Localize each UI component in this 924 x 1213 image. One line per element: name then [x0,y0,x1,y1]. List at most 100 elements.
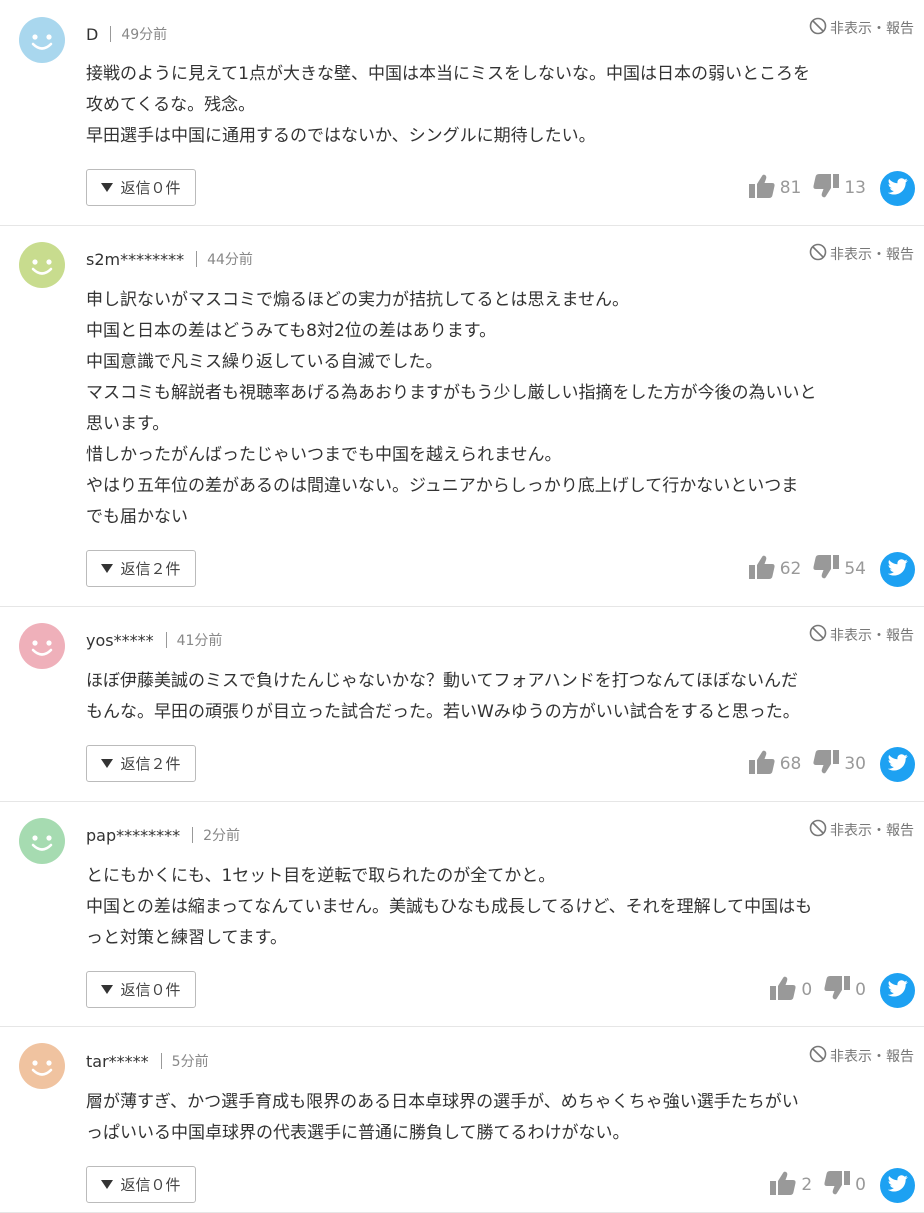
reply-button[interactable]: 返信０件 [86,971,196,1008]
comment-line: とにもかくにも、1セット目を逆転で取られたのが全てかと。 [86,866,556,886]
dislike-count: 30 [844,754,866,774]
thumbs-down-icon [813,173,844,203]
hide-report-link[interactable]: 非表示・報告 [809,819,914,841]
comment-actions: 0 0 [770,972,915,1008]
dislike-count: 0 [855,1175,866,1195]
twitter-share-button[interactable] [880,746,915,782]
report-label: 非表示・報告 [830,1049,914,1065]
thumbs-up-icon [748,555,780,584]
hide-report-link[interactable]: 非表示・報告 [809,1045,914,1067]
divider [110,26,112,42]
comment-line: 中国との差は縮まってなんていません。美誠もひなも成長してるけど、それを理解して中… [86,897,813,917]
divider [196,251,198,267]
comment-line: っと対策と練習してます。 [86,928,287,948]
dislike-button[interactable]: 30 [813,749,866,779]
reply-button[interactable]: 返信０件 [86,1166,196,1203]
thumbs-up-icon [748,174,780,203]
thumbs-down-icon [824,975,855,1005]
username[interactable]: s2m******** [86,250,184,269]
triangle-down-icon [101,183,114,192]
comment-line: 早田選手は中国に通用するのではないか、シングルに期待したい。 [86,126,596,146]
dislike-button[interactable]: 13 [813,173,866,203]
reply-button[interactable]: 返信２件 [86,745,196,782]
avatar[interactable] [19,242,65,288]
comment-line: 中国意識で凡ミス繰り返している自滅でした。 [86,352,443,372]
username[interactable]: yos***** [86,631,154,650]
comment-line: マスコミも解説者も視聴率あげる為あおりますがもう少し厳しい指摘をした方が今後の為… [86,383,817,403]
ban-icon [809,1045,830,1067]
reply-button[interactable]: 返信２件 [86,550,196,587]
comment-line: 思います。 [86,414,170,434]
like-button[interactable]: 0 [770,976,812,1005]
comment-item: D 49分前 非表示・報告 接戦のように見えて1点が大きな壁、中国は本当にミスを… [0,0,924,226]
twitter-share-button[interactable] [880,972,915,1008]
report-label: 非表示・報告 [830,628,914,644]
comment-line: でも届かない [86,507,188,527]
comment-actions: 62 54 [748,551,915,587]
comment-line: 中国と日本の差はどうみても8対2位の差はあります。 [86,321,497,341]
report-label: 非表示・報告 [830,21,914,37]
like-button[interactable]: 81 [748,174,802,203]
like-count: 81 [779,178,802,198]
avatar[interactable] [19,623,65,669]
like-count: 62 [779,559,802,579]
avatar[interactable] [19,818,65,864]
twitter-icon [887,1174,908,1196]
comment-body: 層が薄すぎ、かつ選手育成も限界のある日本卓球界の選手が、めちゃくちゃ強い選手たち… [86,1087,916,1149]
twitter-icon [887,558,908,580]
username[interactable]: D [86,25,98,44]
comment-meta: pap******** 2分前 [86,823,240,847]
reply-label: 返信０件 [120,179,181,197]
twitter-share-button[interactable] [880,170,915,206]
divider [160,1053,162,1069]
comment-item: pap******** 2分前 非表示・報告 とにもかくにも、1セット目を逆転で… [0,802,924,1027]
twitter-icon [887,753,908,775]
like-button[interactable]: 68 [748,750,802,779]
triangle-down-icon [101,564,114,573]
comment-line: ほぼ伊藤美誠のミスで負けたんじゃないかな？動いてフォアハンドを打つなんてほぼない… [86,671,798,691]
timestamp: 49分前 [121,27,168,43]
avatar[interactable] [19,1043,65,1089]
comment-line: 層が薄すぎ、かつ選手育成も限界のある日本卓球界の選手が、めちゃくちゃ強い選手たち… [86,1092,799,1112]
timestamp: 44分前 [207,252,253,268]
timestamp: 41分前 [176,633,223,649]
dislike-count: 0 [855,980,866,1000]
comment-line: っぱいいる中国卓球界の代表選手に普通に勝負して勝てるわけがない。 [86,1123,630,1143]
hide-report-link[interactable]: 非表示・報告 [809,243,914,265]
avatar[interactable] [19,17,65,63]
dislike-button[interactable]: 0 [824,1170,866,1200]
twitter-icon [887,177,908,199]
twitter-share-button[interactable] [880,1167,915,1203]
dislike-button[interactable]: 0 [824,975,866,1005]
username[interactable]: pap******** [86,826,180,845]
report-label: 非表示・報告 [830,823,914,839]
comment-line: もんな。早田の頑張りが目立った試合だった。若いWみゆうの方がいい試合をすると思っ… [86,702,800,722]
like-count: 68 [779,754,802,774]
thumbs-down-icon [813,749,844,779]
twitter-icon [887,979,908,1001]
hide-report-link[interactable]: 非表示・報告 [809,17,914,39]
reply-label: 返信２件 [120,560,181,578]
reply-button[interactable]: 返信０件 [86,169,196,206]
dislike-count: 54 [844,559,866,579]
thumbs-up-icon [770,976,801,1005]
ban-icon [809,243,830,265]
username[interactable]: tar***** [86,1052,149,1071]
like-button[interactable]: 62 [748,555,802,584]
comment-item: s2m******** 44分前 非表示・報告 申し訳ないがマスコミで煽るほどの… [0,226,924,607]
comment-line: 申し訳ないがマスコミで煽るほどの実力が拮抗してるとは思えません。 [86,290,629,310]
like-button[interactable]: 2 [770,1171,812,1200]
like-count: 2 [801,1175,813,1195]
comment-actions: 68 30 [748,746,915,782]
comment-body: 申し訳ないがマスコミで煽るほどの実力が拮抗してるとは思えません。 中国と日本の差は… [86,285,916,533]
timestamp: 5分前 [171,1054,209,1070]
comment-meta: tar***** 5分前 [86,1049,209,1073]
comment-line: 接戦のように見えて1点が大きな壁、中国は本当にミスをしないな。中国は日本の弱いと… [86,64,810,84]
hide-report-link[interactable]: 非表示・報告 [809,624,914,646]
comment-line: 惜しかったがんばったじゃいつまでも中国を越えられません。 [86,445,562,465]
ban-icon [809,624,830,646]
dislike-button[interactable]: 54 [813,554,866,584]
twitter-share-button[interactable] [880,551,915,587]
comment-actions: 2 0 [770,1167,915,1203]
triangle-down-icon [101,1180,114,1189]
